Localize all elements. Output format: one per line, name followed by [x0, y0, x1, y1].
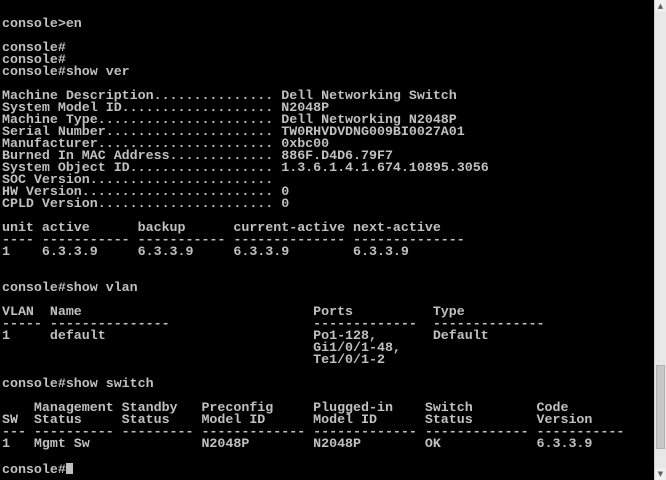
console-line: console#show ver: [2, 65, 130, 80]
console-line: console#show vlan: [2, 281, 138, 296]
console-window[interactable]: console>en console# console# console#show v…: [0, 0, 654, 480]
console-line: 1 Mgmt Sw N2048P N2048P OK 6.3.3.9: [2, 437, 593, 452]
vertical-scrollbar[interactable]: ▲ ▼: [654, 0, 666, 480]
console-line: Te1/0/1-2: [2, 353, 385, 368]
scroll-thumb[interactable]: [656, 365, 665, 450]
scroll-down-arrow-icon[interactable]: ▼: [655, 468, 666, 480]
text-cursor: [65, 463, 73, 474]
console-line: console>en: [2, 17, 82, 32]
console-output: console>en console# console# console#show v…: [2, 17, 624, 477]
scroll-up-arrow-icon[interactable]: ▲: [655, 0, 666, 12]
console-line: console#show switch: [2, 377, 154, 392]
console-line: 1 6.3.3.9 6.3.3.9 6.3.3.9 6.3.3.9: [2, 245, 409, 260]
console-prompt-line: console#: [2, 463, 624, 477]
console-line: CPLD Version...................... 0: [2, 197, 290, 212]
console-line: console#: [2, 41, 66, 56]
